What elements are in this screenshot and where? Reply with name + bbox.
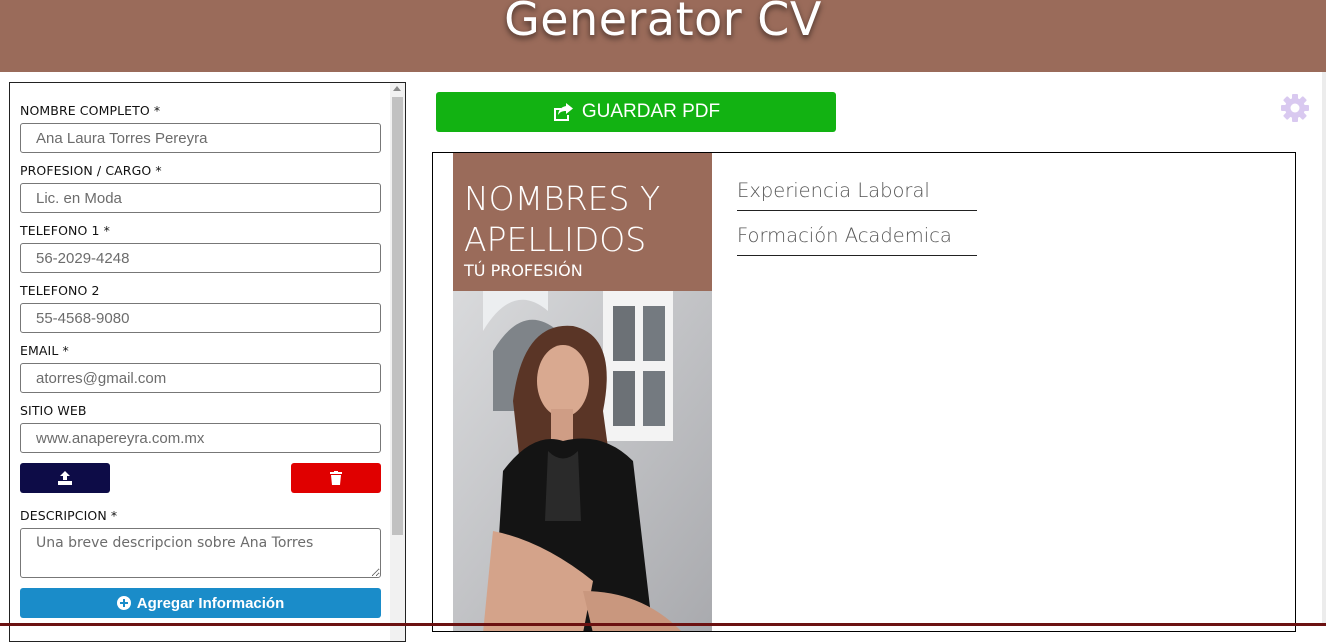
phone1-label: TELEFONO 1 *: [20, 223, 110, 238]
cv-form-panel: NOMBRE COMPLETO * PROFESION / CARGO * TE…: [9, 82, 406, 642]
phone2-input[interactable]: [20, 303, 381, 333]
phone1-input[interactable]: [20, 243, 381, 273]
share-square-icon: [553, 103, 573, 121]
cv-name-block: NOMBRES Y APELLIDOS TÚ PROFESIÓN: [453, 153, 712, 291]
add-information-label: Agregar Información: [136, 594, 285, 612]
email-input[interactable]: [20, 363, 381, 393]
page-scrollbar-track: [1322, 72, 1326, 626]
scroll-up-arrow-icon[interactable]: [393, 86, 401, 91]
cv-preview: NOMBRES Y APELLIDOS TÚ PROFESIÓN Experie…: [432, 152, 1296, 632]
cv-section-education: Formación Academica: [737, 224, 977, 256]
website-label: SITIO WEB: [20, 403, 87, 418]
full-name-input[interactable]: [20, 123, 381, 153]
form-scrollbar[interactable]: [390, 83, 405, 641]
add-information-button[interactable]: Agregar Información: [20, 588, 381, 618]
profession-label: PROFESION / CARGO *: [20, 163, 162, 178]
email-label: EMAIL *: [20, 343, 69, 358]
description-textarea[interactable]: [20, 528, 381, 578]
scroll-thumb[interactable]: [392, 97, 403, 535]
gear-icon[interactable]: [1280, 93, 1310, 123]
app-header: Generator CV: [0, 0, 1326, 72]
description-label: DESCRIPCION *: [20, 508, 118, 523]
cv-name: NOMBRES Y APELLIDOS: [464, 179, 661, 259]
save-pdf-button[interactable]: GUARDAR PDF: [436, 92, 836, 132]
profession-input[interactable]: [20, 183, 381, 213]
plus-circle-icon: [116, 596, 131, 610]
delete-photo-button[interactable]: [291, 463, 381, 493]
upload-icon: [58, 470, 72, 485]
phone2-label: TELEFONO 2: [20, 283, 100, 298]
cv-section-experience: Experiencia Laboral: [737, 179, 977, 211]
save-pdf-label: GUARDAR PDF: [581, 101, 721, 122]
cv-photo: [453, 291, 712, 631]
app-title: Generator CV: [504, 0, 822, 46]
full-name-label: NOMBRE COMPLETO *: [20, 103, 161, 118]
cv-profession: TÚ PROFESIÓN: [464, 261, 583, 280]
upload-photo-button[interactable]: [20, 463, 110, 493]
trash-icon: [330, 471, 342, 485]
website-input[interactable]: [20, 423, 381, 453]
